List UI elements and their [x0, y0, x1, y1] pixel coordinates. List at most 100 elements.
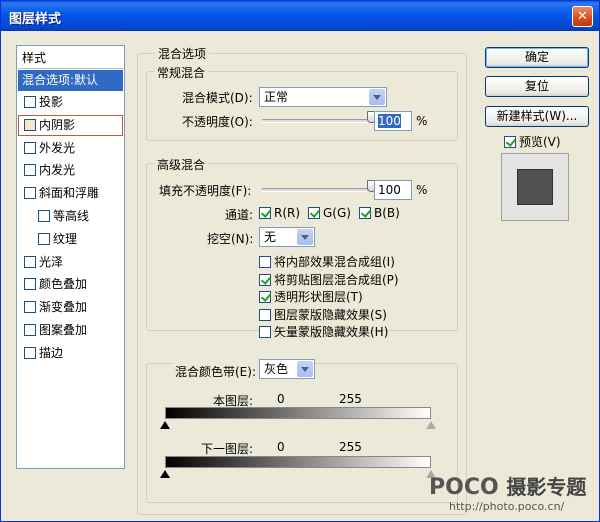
this-layer-max: 255 [339, 392, 362, 406]
sidebar-checkbox-icon[interactable] [24, 346, 36, 359]
checkbox-check-icon [504, 136, 516, 148]
sidebar-checkbox-icon[interactable] [24, 301, 36, 314]
ok-button[interactable]: 确定 [485, 47, 589, 68]
chevron-down-icon [369, 89, 385, 105]
fill-opacity-unit: % [416, 183, 428, 197]
blend-mode-value: 正常 [264, 90, 289, 104]
blend-if-label: 混合颜色带(E): [172, 363, 259, 380]
opacity-value: 100 [378, 114, 401, 128]
sidebar-checkbox-icon[interactable] [24, 164, 36, 177]
checkbox-check-icon [308, 207, 320, 219]
sidebar-item-10[interactable]: 渐变叠加 [18, 297, 123, 318]
underlying-layer-label: 下一图层: [201, 442, 254, 456]
blend-options-title: 混合选项 [155, 45, 210, 62]
reset-button[interactable]: 复位 [485, 76, 589, 97]
sidebar-item-label: 等高线 [53, 209, 90, 223]
sidebar-item-7[interactable]: 纹理 [18, 229, 123, 250]
sidebar-item-6[interactable]: 等高线 [18, 206, 123, 227]
blend-if-value: 灰色 [264, 362, 289, 376]
sidebar-checkbox-icon[interactable] [24, 96, 36, 108]
sidebar-checkbox-icon[interactable] [24, 324, 36, 336]
checkbox-check-icon [259, 256, 271, 268]
sidebar-item-label: 内发光 [39, 163, 76, 178]
sidebar-checkbox-icon[interactable] [38, 210, 50, 222]
new-style-button[interactable]: 新建样式(W)... [485, 106, 589, 127]
channel-g-label: G(G) [323, 206, 351, 220]
channel-b-label: B(B) [374, 206, 400, 220]
sidebar-item-2[interactable]: 内阴影 [18, 114, 123, 136]
sidebar-checkbox-icon[interactable] [24, 118, 36, 131]
general-blending-title: 常规混合 [154, 64, 209, 81]
this-layer-min: 0 [277, 392, 285, 406]
advanced-option-label: 矢量蒙版隐藏效果(H) [274, 325, 389, 340]
sidebar-item-label: 描边 [39, 345, 64, 360]
channel-g-checkbox[interactable]: G(G) [308, 206, 351, 220]
blend-if-select[interactable]: 灰色 [259, 359, 315, 379]
this-layer-black-slider[interactable] [160, 421, 170, 429]
sidebar-item-label: 渐变叠加 [39, 300, 88, 315]
blend-mode-label: 混合模式(D): [182, 91, 253, 105]
preview-checkbox[interactable]: 预览(V) [504, 133, 561, 150]
advanced-option-label: 透明形状图层(T) [274, 290, 363, 305]
channel-r-label: R(R) [274, 206, 301, 220]
watermark-tagline: 摄影专题 [506, 475, 587, 499]
sidebar-item-8[interactable]: 光泽 [18, 252, 123, 273]
underlying-layer-min: 0 [277, 440, 285, 454]
sidebar-checkbox-icon[interactable] [38, 232, 50, 245]
checkbox-check-icon [259, 308, 271, 321]
sidebar-item-12[interactable]: 描边 [18, 343, 123, 364]
chevron-down-icon [297, 229, 313, 245]
advanced-option-5[interactable]: 矢量蒙版隐藏效果(H) [259, 323, 388, 340]
knockout-label: 挖空(N): [207, 232, 254, 246]
watermark-url: http://photo.poco.cn/ [449, 500, 565, 513]
underlying-black-slider[interactable] [160, 470, 170, 478]
sidebar-item-label: 内阴影 [39, 117, 76, 132]
checkbox-check-icon [259, 207, 271, 219]
advanced-option-3[interactable]: 透明形状图层(T) [259, 288, 363, 305]
advanced-option-label: 将内部效果混合成组(I) [274, 255, 395, 269]
watermark-logo: POCO [429, 475, 499, 500]
sidebar-item-3[interactable]: 外发光 [18, 138, 123, 159]
advanced-option-label: 图层蒙版隐藏效果(S) [274, 307, 387, 322]
sidebar-item-label: 颜色叠加 [39, 277, 88, 292]
sidebar-checkbox-icon[interactable] [24, 278, 36, 291]
style-list-header[interactable]: 样式 [18, 48, 123, 69]
style-list: 样式 混合选项:默认 投影内阴影外发光内发光斜面和浮雕等高线纹理光泽颜色叠加渐变… [16, 45, 125, 469]
sidebar-item-4[interactable]: 内发光 [18, 160, 123, 181]
knockout-select[interactable]: 无 [259, 227, 315, 247]
underlying-layer-gradient [165, 456, 431, 468]
sidebar-item-label: 斜面和浮雕 [39, 186, 100, 201]
sidebar-checkbox-icon[interactable] [24, 187, 36, 200]
this-layer-white-slider[interactable] [426, 421, 436, 429]
title-bar[interactable]: 图层样式 ✕ [1, 1, 599, 31]
sidebar-item-9[interactable]: 颜色叠加 [18, 274, 123, 295]
fill-opacity-value: 100 [378, 183, 401, 197]
advanced-option-4[interactable]: 图层蒙版隐藏效果(S) [259, 306, 387, 323]
channel-b-checkbox[interactable]: B(B) [359, 206, 400, 220]
sidebar-item-5[interactable]: 斜面和浮雕 [18, 183, 123, 204]
sidebar-checkbox-icon[interactable] [24, 141, 36, 154]
opacity-slider-track[interactable] [262, 111, 376, 123]
checkbox-check-icon [259, 291, 271, 304]
channel-r-checkbox[interactable]: R(R) [259, 206, 300, 220]
sidebar-item-label: 纹理 [53, 231, 78, 246]
advanced-option-label: 将剪贴图层混合成组(P) [274, 272, 399, 287]
close-button[interactable]: ✕ [572, 6, 593, 27]
fill-opacity-slider-track[interactable] [262, 180, 376, 192]
fill-opacity-input[interactable]: 100 [374, 180, 412, 200]
advanced-option-1[interactable]: 将内部效果混合成组(I) [259, 253, 395, 270]
blend-mode-select[interactable]: 正常 [259, 87, 387, 107]
sidebar-item-1[interactable]: 投影 [18, 92, 123, 113]
dialog-title: 图层样式 [9, 12, 62, 27]
style-preview [501, 153, 569, 221]
advanced-option-2[interactable]: 将剪贴图层混合成组(P) [259, 271, 399, 288]
sidebar-item-blend-options[interactable]: 混合选项:默认 [18, 70, 123, 91]
sidebar-item-label: 投影 [39, 95, 64, 109]
opacity-input[interactable]: 100 [374, 111, 412, 131]
sidebar-item-label: 图案叠加 [39, 323, 88, 337]
checkbox-check-icon [359, 207, 371, 219]
underlying-layer-max: 255 [339, 440, 362, 454]
watermark-brand: POCO 摄影专题 [429, 471, 586, 500]
sidebar-item-11[interactable]: 图案叠加 [18, 320, 123, 341]
sidebar-checkbox-icon[interactable] [24, 255, 36, 268]
